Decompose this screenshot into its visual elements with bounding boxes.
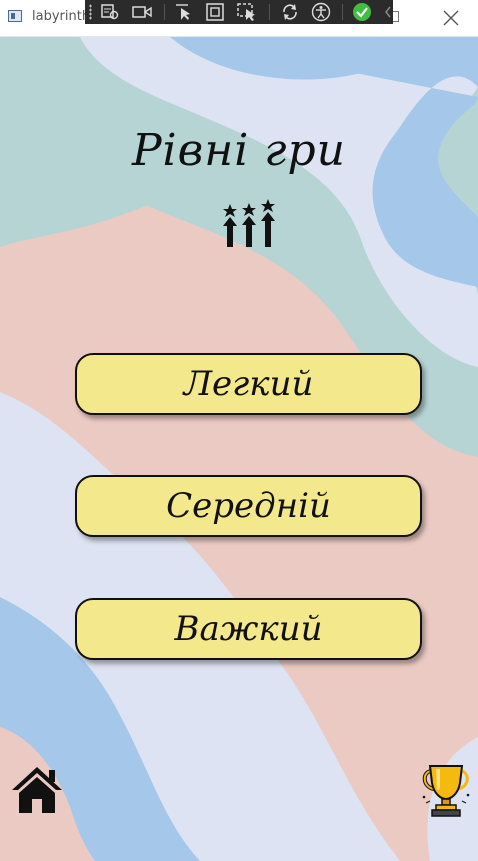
level-medium-button[interactable]: Середній [75, 475, 422, 537]
level-hard-label: Важкий [174, 609, 323, 649]
trophy-icon[interactable] [420, 763, 472, 817]
window-title: labyrinth [32, 9, 91, 24]
window-titlebar: labyrinth [0, 0, 478, 37]
status-ok-icon[interactable] [352, 2, 372, 22]
level-easy-button[interactable]: Легкий [75, 353, 422, 415]
select-element-icon[interactable] [100, 2, 120, 22]
level-hard-button[interactable]: Важкий [75, 598, 422, 660]
toolbar-grip-icon[interactable] [89, 4, 92, 20]
level-medium-label: Середній [166, 486, 331, 526]
layout-adorner-icon[interactable] [205, 2, 225, 22]
collapse-chevron-icon[interactable] [383, 2, 393, 22]
hot-reload-icon[interactable] [280, 2, 300, 22]
pointer-icon[interactable] [174, 2, 194, 22]
maximize-hint-icon [393, 11, 399, 22]
levels-screen: Рівні гри Легкий Середній Важкий [0, 37, 478, 861]
record-video-icon[interactable] [131, 2, 153, 22]
levels-stars-arrows-icon [223, 199, 275, 247]
level-easy-label: Легкий [183, 364, 314, 404]
page-title: Рівні гри [131, 125, 347, 176]
home-icon[interactable] [11, 765, 63, 815]
debug-toolbar [85, 0, 393, 24]
track-focus-icon[interactable] [236, 2, 258, 22]
close-icon[interactable] [441, 8, 461, 28]
accessibility-icon[interactable] [311, 2, 331, 22]
app-window-icon [8, 10, 22, 22]
